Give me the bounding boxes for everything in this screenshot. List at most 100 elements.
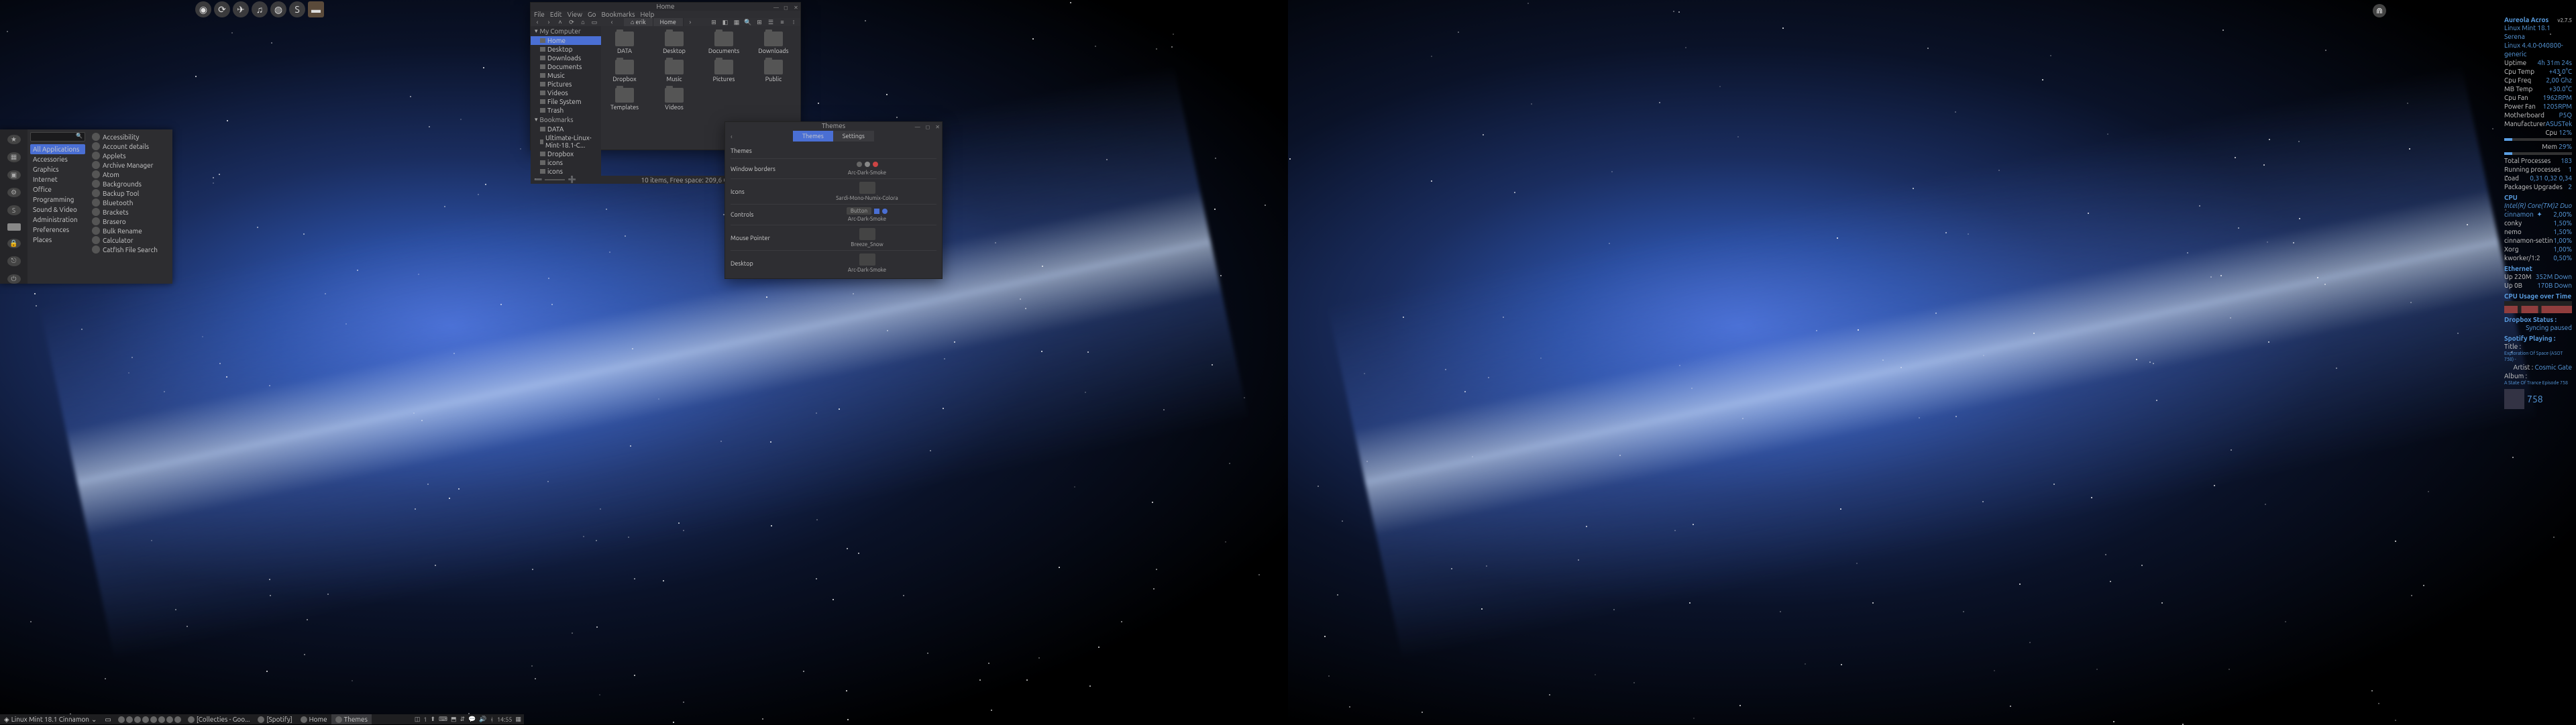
path-toggle-icon[interactable]: ‹ xyxy=(607,18,616,26)
sidebar-bookmark[interactable]: DATA xyxy=(531,125,601,133)
nav-home-icon[interactable]: ⌂ xyxy=(578,18,588,26)
file-item[interactable]: Downloads xyxy=(755,32,792,54)
category-item[interactable]: All Applications xyxy=(30,144,85,154)
file-item[interactable]: Public xyxy=(755,60,792,82)
tray-dropbox-icon[interactable]: ⬒ xyxy=(451,716,457,723)
tray-clock[interactable]: 14:55 xyxy=(497,716,513,723)
theme-selector[interactable]: Sardi-Mono-Numix-Colora xyxy=(798,182,936,201)
sidebar-header-computer[interactable]: ▾ My Computer xyxy=(531,26,601,36)
view-icons-icon[interactable]: ⊞ xyxy=(755,18,764,26)
nav-up-icon[interactable]: ˄ xyxy=(555,18,565,26)
tray-workspace-icon[interactable]: ◫ xyxy=(415,716,421,723)
app-item[interactable]: Backup Tool xyxy=(91,188,170,198)
category-item[interactable]: Places xyxy=(30,235,85,245)
tray-user-count[interactable]: 1 xyxy=(423,716,427,723)
zoom-out-icon[interactable]: ➖ xyxy=(534,176,542,184)
dock-files-icon[interactable]: ▬ xyxy=(308,1,324,17)
menu-item[interactable]: View xyxy=(568,11,582,18)
new-tab-icon[interactable]: ⊞ xyxy=(709,18,718,26)
dock-spotify-icon[interactable]: ♫ xyxy=(252,1,268,17)
app-item[interactable]: Brackets xyxy=(91,207,170,217)
menu-item[interactable]: Edit xyxy=(550,11,562,18)
launcher-files-icon[interactable] xyxy=(118,716,125,723)
app-item[interactable]: Account details xyxy=(91,142,170,151)
sidebar-item[interactable]: Videos xyxy=(531,89,601,97)
tray-notification-icon[interactable]: 💬 xyxy=(468,716,476,723)
file-item[interactable]: Desktop xyxy=(656,32,692,54)
view-list-icon[interactable]: ☰ xyxy=(766,18,775,26)
sidebar-bookmark[interactable]: icons xyxy=(531,167,601,176)
dock-firefox-icon[interactable]: ◉ xyxy=(195,1,211,17)
app-item[interactable]: Applets xyxy=(91,151,170,160)
menu-item[interactable]: Bookmarks xyxy=(601,11,635,18)
launcher-spotify-icon[interactable] xyxy=(158,716,165,723)
sidebar-bookmark[interactable]: Dropbox xyxy=(531,150,601,158)
theme-selector[interactable]: Breeze_Snow xyxy=(798,228,936,247)
category-item[interactable]: Office xyxy=(30,184,85,194)
app-item[interactable]: Atom xyxy=(91,170,170,179)
back-icon[interactable]: ‹ xyxy=(731,133,733,140)
launcher-software-icon[interactable] xyxy=(150,716,157,723)
file-item[interactable]: Templates xyxy=(606,88,643,111)
theme-selector[interactable]: ButtonArc-Dark-Smoke xyxy=(798,207,936,222)
file-item[interactable]: Pictures xyxy=(706,60,742,82)
dock-skype-icon[interactable]: S xyxy=(289,1,305,17)
category-item[interactable]: Preferences xyxy=(30,225,85,235)
launcher-settings-icon[interactable] xyxy=(142,716,149,723)
menu-item[interactable]: File xyxy=(534,11,545,18)
tray-updates-icon[interactable]: ⬆ xyxy=(431,716,436,723)
theme-selector[interactable]: Arc-Dark-Smoke xyxy=(798,162,936,176)
sidebar-item[interactable]: Desktop xyxy=(531,45,601,54)
file-item[interactable]: Documents xyxy=(706,32,742,54)
view-details-icon[interactable]: ⁝ xyxy=(789,18,798,26)
menu-power-icon[interactable]: ⏻ xyxy=(7,274,21,284)
dock-discord-icon[interactable]: ◍ xyxy=(270,1,286,17)
menu-terminal-icon[interactable]: ▣ xyxy=(7,170,21,180)
maximize-icon[interactable]: ◻ xyxy=(784,4,788,9)
sidebar-bookmark[interactable]: Ultimate-Linux-Mint-18.1-C... xyxy=(531,133,601,150)
menu-item[interactable]: Go xyxy=(588,11,596,18)
tab-settings[interactable]: Settings xyxy=(833,131,874,142)
taskbar-item[interactable]: [Collecties - Goo... xyxy=(184,714,254,724)
window-titlebar[interactable]: Themes — ◻ ✕ xyxy=(725,122,942,130)
dock-steam-icon[interactable]: ⟳ xyxy=(214,1,230,17)
menu-files-icon[interactable]: ▦ xyxy=(7,152,21,162)
path-edit-icon[interactable]: › xyxy=(686,18,695,26)
new-folder-icon[interactable]: ▦ xyxy=(732,18,741,26)
menu-lock-icon[interactable]: 🔒 xyxy=(7,239,21,248)
view-compact-icon[interactable]: ≡ xyxy=(777,18,787,26)
launcher-chrome-icon[interactable] xyxy=(174,716,181,723)
breadcrumb-segment[interactable]: erik xyxy=(624,18,653,26)
breadcrumb-segment[interactable]: Home xyxy=(653,18,684,26)
sidebar-bookmark[interactable]: icons xyxy=(531,158,601,167)
category-item[interactable]: Graphics xyxy=(30,164,85,174)
dock-telegram-icon[interactable]: ✈ xyxy=(233,1,249,17)
menu-places-icon[interactable] xyxy=(7,223,21,231)
zoom-in-icon[interactable]: ➕ xyxy=(568,176,576,184)
window-titlebar[interactable]: Home — ◻ ✕ xyxy=(531,3,800,11)
launcher-terminal-icon[interactable] xyxy=(134,716,141,723)
app-item[interactable]: Bulk Rename xyxy=(91,226,170,235)
zoom-slider[interactable] xyxy=(545,179,565,180)
sidebar-header-bookmarks[interactable]: ▾ Bookmarks xyxy=(531,115,601,125)
category-item[interactable]: Internet xyxy=(30,174,85,184)
tray-network-icon[interactable]: ⇵ xyxy=(460,716,466,723)
menu-settings-icon[interactable]: ⚙ xyxy=(7,188,21,197)
app-item[interactable]: Catfish File Search xyxy=(91,245,170,254)
nav-computer-icon[interactable]: ▭ xyxy=(590,18,599,26)
category-item[interactable]: Accessories xyxy=(30,154,85,164)
menu-item[interactable]: Help xyxy=(641,11,655,18)
app-item[interactable]: Accessibility xyxy=(91,132,170,142)
tray-bluetooth-icon[interactable]: ᚼ xyxy=(490,716,494,723)
sidebar-item[interactable]: Home xyxy=(531,36,601,45)
tab-themes[interactable]: Themes xyxy=(793,131,833,142)
category-item[interactable]: Administration xyxy=(30,215,85,225)
tray-keyboard-icon[interactable]: ⌨ xyxy=(439,716,447,723)
minimize-icon[interactable]: — xyxy=(773,4,778,9)
theme-selector[interactable]: Arc-Dark-Smoke xyxy=(798,254,936,273)
taskbar-item[interactable]: [Spotify] xyxy=(254,714,296,724)
taskbar-item[interactable]: Themes xyxy=(331,714,372,724)
search-icon[interactable]: 🔍 xyxy=(743,18,753,26)
sidebar-item[interactable]: File System xyxy=(531,97,601,106)
taskbar-item[interactable]: Home xyxy=(297,714,331,724)
